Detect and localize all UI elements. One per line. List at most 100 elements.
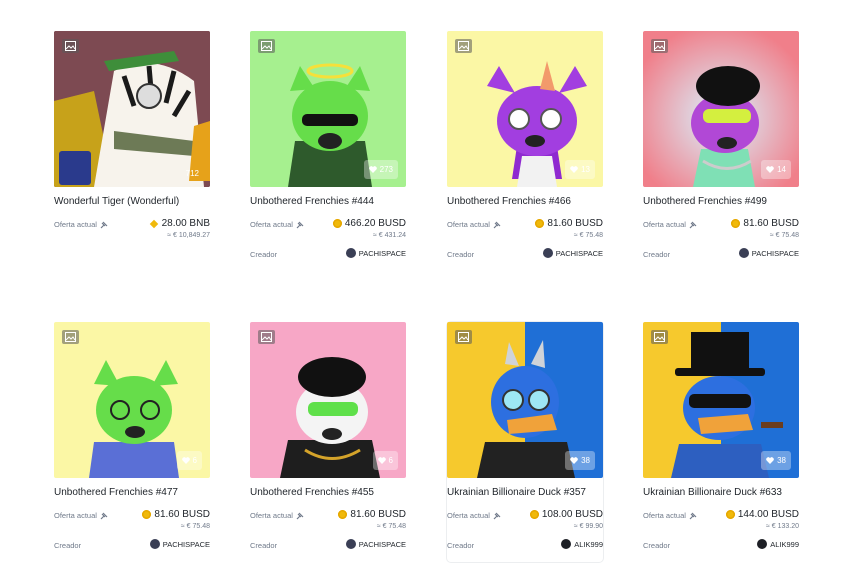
like-count: 13 [581, 165, 590, 174]
like-count: 14 [777, 165, 786, 174]
busd-coin-icon [142, 510, 152, 519]
avatar [149, 539, 160, 549]
busd-coin-icon [725, 510, 735, 519]
nft-image[interactable]: 273 [250, 31, 406, 187]
auction-icon [493, 512, 501, 519]
nft-title[interactable]: Ukrainian Billionaire Duck #633 [643, 487, 803, 498]
avatar [738, 248, 749, 258]
like-count: 712 [185, 169, 199, 178]
likes-badge[interactable]: 6 [372, 451, 398, 470]
busd-coin-icon [338, 510, 348, 519]
creator-label: Creador [54, 541, 82, 550]
avatar [345, 248, 356, 258]
current-price: 108.00 BUSD [529, 509, 603, 520]
fiat-price: ≈ € 10,849.27 [167, 232, 210, 239]
fiat-price: ≈ € 75.48 [573, 232, 603, 239]
nft-image[interactable]: 712 [54, 31, 210, 187]
creator-label: Creador [250, 541, 278, 550]
image-icon [651, 39, 668, 53]
current-price: 466.20 BUSD [332, 218, 406, 229]
likes-badge[interactable]: 38 [565, 451, 595, 470]
image-icon [62, 39, 79, 53]
auction-icon [689, 221, 697, 228]
nft-card-4[interactable]: 14 Unbothered Frenchies #499 Oferta actu… [643, 31, 799, 271]
auction-icon [100, 512, 108, 519]
fiat-price: ≈ € 75.48 [376, 523, 406, 530]
like-count: 38 [777, 456, 786, 465]
nft-card-2[interactable]: 273 Unbothered Frenchies #444 Oferta act… [250, 31, 406, 271]
busd-coin-icon [535, 219, 545, 228]
avatar [345, 539, 356, 549]
avatar [757, 539, 768, 549]
auction-icon [689, 512, 697, 519]
fiat-price: ≈ € 133.20 [765, 523, 799, 530]
nft-title[interactable]: Ukrainian Billionaire Duck #357 [447, 487, 607, 498]
nft-card-6[interactable]: 6 Unbothered Frenchies #455 Oferta actua… [250, 322, 406, 562]
nft-title[interactable]: Unbothered Frenchies #444 [250, 196, 410, 207]
image-icon [258, 330, 275, 344]
auction-icon [493, 221, 501, 228]
avatar [542, 248, 553, 258]
current-price: 81.60 BUSD [731, 218, 799, 229]
fiat-price: ≈ € 99.90 [573, 523, 603, 530]
current-price: 144.00 BUSD [725, 509, 799, 520]
creator-link[interactable]: PACHISPACE [345, 248, 406, 258]
creator-link[interactable]: ALIK999 [757, 539, 799, 549]
offer-label: Oferta actual [447, 511, 501, 520]
creator-link[interactable]: PACHISPACE [738, 248, 799, 258]
image-icon [455, 330, 472, 344]
likes-badge[interactable]: 273 [363, 160, 398, 179]
heart-icon [377, 457, 386, 464]
image-icon [62, 330, 79, 344]
like-count: 6 [192, 456, 197, 465]
creator-link[interactable]: ALIK999 [561, 539, 603, 549]
nft-image[interactable]: 6 [250, 322, 406, 478]
likes-badge[interactable]: 14 [761, 160, 791, 179]
fiat-price: ≈ € 431.24 [372, 232, 406, 239]
heart-icon [368, 166, 377, 173]
nft-title[interactable]: Unbothered Frenchies #499 [643, 196, 803, 207]
heart-icon [766, 166, 774, 173]
nft-card-8[interactable]: 38 Ukrainian Billionaire Duck #633 Ofert… [643, 322, 799, 562]
nft-image[interactable]: 14 [643, 31, 799, 187]
creator-link[interactable]: PACHISPACE [542, 248, 603, 258]
heart-icon [766, 457, 774, 464]
nft-image[interactable]: 38 [447, 322, 603, 478]
creator-link[interactable]: PACHISPACE [345, 539, 406, 549]
nft-image[interactable]: 6 [54, 322, 210, 478]
current-price: 28.00 BNB [150, 218, 210, 229]
like-count: 273 [379, 165, 393, 174]
nft-image[interactable]: 13 [447, 31, 603, 187]
offer-label: Oferta actual [447, 220, 501, 229]
likes-badge[interactable]: 13 [565, 160, 595, 179]
offer-label: Oferta actual [54, 220, 108, 229]
auction-icon [296, 221, 304, 228]
nft-title[interactable]: Unbothered Frenchies #477 [54, 487, 214, 498]
nft-image[interactable]: 38 [643, 322, 799, 478]
nft-card-5[interactable]: 6 Unbothered Frenchies #477 Oferta actua… [54, 322, 210, 562]
nft-card-1[interactable]: 712 Wonderful Tiger (Wonderful) Oferta a… [54, 31, 210, 271]
image-icon [258, 39, 275, 53]
creator-label: Creador [447, 250, 475, 259]
likes-badge[interactable]: 6 [176, 451, 202, 470]
offer-label: Oferta actual [250, 220, 304, 229]
like-count: 6 [388, 456, 393, 465]
creator-label: Creador [250, 250, 278, 259]
busd-coin-icon [731, 219, 741, 228]
offer-label: Oferta actual [643, 511, 697, 520]
nft-title[interactable]: Unbothered Frenchies #466 [447, 196, 607, 207]
offer-label: Oferta actual [250, 511, 304, 520]
nft-card-7[interactable]: 38 Ukrainian Billionaire Duck #357 Ofert… [447, 322, 603, 562]
busd-coin-icon [529, 510, 539, 519]
likes-badge[interactable]: 38 [761, 451, 791, 470]
auction-icon [296, 512, 304, 519]
nft-card-3[interactable]: 13 Unbothered Frenchies #466 Oferta actu… [447, 31, 603, 271]
offer-label: Oferta actual [643, 220, 697, 229]
auction-icon [100, 221, 108, 228]
likes-badge[interactable]: 712 [181, 164, 204, 183]
avatar [561, 539, 572, 549]
creator-link[interactable]: PACHISPACE [149, 539, 210, 549]
current-price: 81.60 BUSD [535, 218, 603, 229]
nft-title[interactable]: Wonderful Tiger (Wonderful) [54, 196, 214, 207]
nft-title[interactable]: Unbothered Frenchies #455 [250, 487, 410, 498]
